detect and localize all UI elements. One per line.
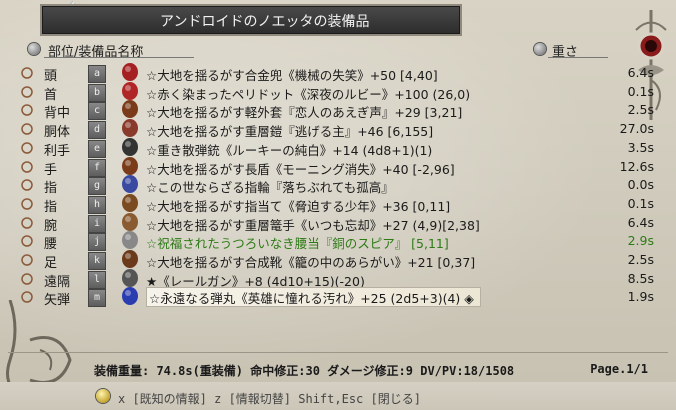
item-name[interactable]: ☆大地を揺るがす合成靴《籠の中のあらがい》+21 [0,37] (146, 252, 475, 271)
window-title: アンドロイドのノエッタの装備品 (160, 14, 370, 30)
slot-name: 指 (44, 181, 58, 197)
hint-bar: x [既知の情報] z [情報切替] Shift,Esc [閉じる] (0, 382, 676, 410)
slot-key[interactable]: c (88, 102, 106, 121)
item-weight: 27.0s (619, 121, 654, 137)
item-name[interactable]: ☆赤く染まったペリドット《深夜のルビー》+100 (26,0) (146, 84, 470, 103)
slot-icon (20, 122, 34, 136)
item-name[interactable]: ☆大地を揺るがす合金兜《機械の失笑》+50 [4,40] (146, 65, 438, 84)
bullet-icon (114, 284, 146, 306)
item-name[interactable]: ☆祝福されたうつろいなき腰当『銅のスピア』 [5,11] (146, 233, 449, 252)
item-weight: 0.1s (627, 83, 654, 99)
table-row[interactable]: 首 b ☆赤く染まったペリドット《深夜のルビー》+100 (26,0) 0.1s (14, 81, 654, 103)
table-row[interactable]: 矢弾 m ☆永遠なる弾丸《英雄に憧れる汚れ》+25 (2d5+3)(4) ◈ 1.9s (14, 287, 654, 308)
slot-key[interactable]: l (88, 270, 106, 289)
slot-icon (20, 85, 34, 99)
title-bar: アンドロイドのノエッタの装備品 (40, 4, 462, 36)
slot-name: 背中 (44, 106, 71, 122)
slot-key[interactable]: j (88, 233, 106, 252)
item-weight: 2.5s (627, 102, 654, 118)
page-indicator: Page.1/1 (590, 362, 648, 376)
table-row[interactable]: 頭 a ☆大地を揺るがす合金兜《機械の失笑》+50 [4,40] 6.4s (14, 63, 654, 84)
item-weight: 0.0s (627, 177, 654, 193)
slot-name: 首 (44, 87, 58, 103)
slot-name: 遠隔 (44, 274, 71, 290)
item-name[interactable]: ☆大地を揺るがす重層鎧『逃げる主』+46 [6,155] (146, 121, 433, 140)
slot-icon (20, 178, 34, 192)
slot-icon (20, 103, 34, 117)
table-row[interactable]: 指 h ☆大地を揺るがす指当て《脅迫する少年》+36 [0,11] 0.1s (14, 193, 654, 215)
sort-button[interactable] (28, 43, 40, 55)
table-row[interactable]: 指 g ☆この世ならざる指輪『落ちぶれても孤高』 0.0s (14, 175, 654, 197)
slot-icon (20, 197, 34, 211)
item-name[interactable]: ☆永遠なる弾丸《英雄に憧れる汚れ》+25 (2d5+3)(4) ◈ (146, 287, 481, 308)
table-row[interactable]: 胴体 d ☆大地を揺るがす重層鎧『逃げる主』+46 [6,155] 27.0s (14, 119, 654, 141)
slot-name: 頭 (44, 69, 58, 84)
slot-key[interactable]: b (88, 83, 106, 102)
table-row[interactable]: 足 k ☆大地を揺るがす合成靴《籠の中のあらがい》+21 [0,37] 2.5s (14, 250, 654, 271)
equipment-panel: アンドロイドのノエッタの装備品 部位/装備品名称 重さ 頭 a ☆大地を揺るがす合金… (0, 0, 676, 410)
table-row[interactable]: 腕 i ☆大地を揺るがす重層篭手《いつも忘却》+27 (4,9)[2,38] 6.4s (14, 212, 654, 234)
slot-key[interactable]: g (88, 177, 106, 196)
table-row[interactable]: 手 f ☆大地を揺るがす長盾《モーニング消失》+40 [-2,96] 12.6s (14, 156, 654, 178)
item-weight: 6.4s (627, 65, 654, 80)
slot-name: 利手 (44, 143, 71, 159)
item-name[interactable]: ☆大地を揺るがす長盾《モーニング消失》+40 [-2,96] (146, 159, 455, 178)
slot-name: 手 (44, 162, 58, 178)
slot-icon (20, 216, 34, 230)
column-header: 部位/装備品名称 重さ (28, 40, 668, 60)
slot-icon (20, 234, 34, 248)
item-name[interactable]: ☆大地を揺るがす重層篭手《いつも忘却》+27 (4,9)[2,38] (146, 215, 480, 234)
slot-key[interactable]: k (88, 252, 106, 270)
slot-key[interactable]: f (88, 158, 106, 177)
item-weight: 12.6s (619, 158, 654, 174)
slot-name: 腕 (44, 218, 58, 234)
slot-key[interactable]: d (88, 121, 106, 140)
slot-icon (20, 66, 34, 80)
slot-name: 胴体 (44, 125, 71, 141)
item-name[interactable]: ☆この世ならざる指輪『落ちぶれても孤高』 (146, 177, 394, 196)
item-weight: 2.5s (627, 252, 654, 267)
key-hints: x [既知の情報] z [情報切替] Shift,Esc [閉じる] (118, 392, 421, 406)
slot-name: 足 (44, 256, 58, 271)
slot-key[interactable]: i (88, 214, 106, 233)
item-weight: 3.5s (627, 139, 654, 155)
equipment-stats: 装備重量: 74.8s(重装備) 命中修正:30 ダメージ修正:9 DV/PV:… (94, 364, 515, 378)
item-weight: 0.1s (627, 195, 654, 211)
table-row[interactable]: 利手 e ☆重き散弾銃《ルーキーの純白》+14 (4d8+1)(1) 3.5s (14, 137, 654, 159)
slot-name: 指 (44, 199, 58, 215)
slot-name: 腰 (44, 237, 58, 253)
slot-key[interactable]: h (88, 195, 106, 214)
item-name[interactable]: ☆大地を揺るがす軽外套『恋人のあえぎ声』+29 [3,21] (146, 102, 462, 121)
table-row[interactable]: 背中 c ☆大地を揺るがす軽外套『恋人のあえぎ声』+29 [3,21] 2.5s (14, 100, 654, 122)
table-row[interactable]: 腰 j ☆祝福されたうつろいなき腰当『銅のスピア』 [5,11] 2.9s (14, 231, 654, 253)
weight-sort-button[interactable] (534, 43, 546, 55)
item-weight: 1.9s (627, 289, 654, 305)
slot-key[interactable]: a (88, 65, 106, 83)
slot-icon (20, 141, 34, 155)
slot-key[interactable]: e (88, 139, 106, 158)
item-weight: 6.4s (627, 214, 654, 230)
item-name[interactable]: ☆重き散弾銃《ルーキーの純白》+14 (4d8+1)(1) (146, 140, 432, 159)
slot-icon (20, 253, 34, 267)
item-name[interactable]: ☆大地を揺るがす指当て《脅迫する少年》+36 [0,11] (146, 196, 450, 215)
slot-icon (20, 160, 34, 174)
item-weight: 2.9s (627, 233, 654, 249)
slot-icon (20, 272, 34, 286)
item-weight: 8.5s (627, 270, 654, 286)
lightbulb-icon (96, 389, 110, 403)
table-row[interactable]: 遠隔 l ★《レールガン》+8 (4d10+15)(-20) 8.5s (14, 268, 654, 290)
